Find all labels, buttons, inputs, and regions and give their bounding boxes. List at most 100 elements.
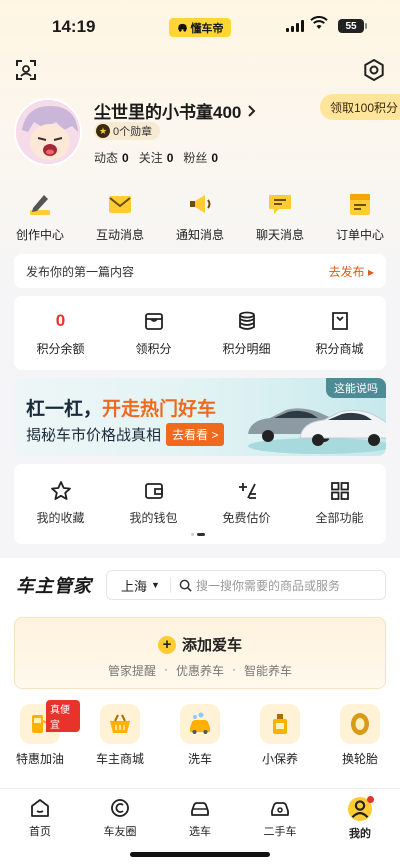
functions-card: 我的收藏 我的钱包 免费估价 全部功能: [14, 464, 386, 544]
func-label: 我的收藏: [36, 511, 85, 525]
points-balance-value: 0: [55, 310, 66, 330]
quick-item-orders[interactable]: 订单中心: [320, 190, 400, 243]
stat-posts[interactable]: 动态 0: [94, 149, 129, 166]
publish-card[interactable]: 发布你的第一篇内容 去发布 ▸: [14, 254, 386, 288]
points-label: 领积分: [135, 341, 172, 356]
car-icon: [191, 802, 209, 816]
service-tire[interactable]: 换轮胎: [320, 704, 400, 767]
home-icon: [31, 799, 49, 817]
points-card: 0 积分余额 领积分 积分明细 积分商城: [14, 296, 386, 370]
tab-label: 二手车: [263, 826, 297, 838]
points-label: 积分明细: [222, 341, 271, 356]
shopping-bag-icon: [331, 311, 348, 330]
username-row[interactable]: 尘世里的小书童400: [94, 98, 256, 123]
service-fuel[interactable]: 真便宜 特惠加油: [0, 700, 80, 767]
feature-label: 优惠养车: [175, 664, 224, 678]
func-label: 全部功能: [315, 511, 364, 525]
medal-badge[interactable]: ★ 0个勋章: [94, 122, 161, 140]
quick-item-label: 聊天消息: [255, 228, 304, 242]
stat-label: 关注: [138, 151, 163, 165]
quick-item-chat[interactable]: 聊天消息: [240, 190, 320, 243]
profile-stats: 动态 0 关注 0 粉丝 0: [94, 149, 218, 166]
avatar[interactable]: [14, 98, 82, 166]
stat-following[interactable]: 关注 0: [139, 149, 174, 166]
quick-item-label: 互动消息: [95, 228, 144, 242]
promo-banner[interactable]: 这能说吗 杠一杠，开走热门好车 揭秘车市价格战真相 去看看 >: [14, 378, 386, 456]
add-car-label: 添加爱车: [181, 637, 242, 654]
medal-count: 0个勋章: [113, 126, 153, 138]
owner-search-bar[interactable]: 上海 ▼ 搜一搜你需要的商品或服务: [106, 570, 386, 600]
search-placeholder: 搜一搜你需要的商品或服务: [195, 578, 340, 593]
megaphone-icon: [190, 195, 211, 213]
status-bar: 14:19 懂车帝 55: [0, 0, 400, 52]
tab-label: 首页: [29, 826, 51, 838]
medal-icon: ★: [96, 124, 110, 138]
star-icon: [50, 481, 71, 500]
service-mall[interactable]: 车主商城: [80, 704, 160, 767]
service-ribbon: 真便宜: [46, 700, 80, 732]
points-detail[interactable]: 积分明细: [200, 310, 293, 357]
banner-go-button[interactable]: 去看看 >: [166, 423, 225, 446]
battery-icon: 55: [338, 19, 367, 33]
func-label: 免费估价: [222, 511, 271, 525]
quick-item-interaction[interactable]: 互动消息: [80, 190, 160, 243]
quick-item-label: 创作中心: [15, 228, 64, 242]
banner-subtitle: 揭秘车市价格战真相: [26, 427, 162, 444]
wifi-icon: [310, 16, 328, 29]
signal-icon: [286, 20, 304, 32]
points-label: 积分商城: [315, 341, 364, 356]
feature-label: 管家提醒: [107, 664, 156, 678]
tab-home[interactable]: 首页: [0, 789, 80, 866]
username: 尘世里的小书童400: [94, 103, 242, 122]
func-favorites[interactable]: 我的收藏: [14, 480, 107, 526]
points-claim[interactable]: 领积分: [107, 310, 200, 357]
chat-icon: [269, 195, 291, 214]
func-wallet[interactable]: 我的钱包: [107, 480, 200, 526]
quick-item-creator[interactable]: 创作中心: [0, 190, 80, 243]
quick-menu: 创作中心 互动消息 通知消息 聊天消息 订单中心: [0, 190, 400, 243]
tire-icon: [351, 713, 369, 735]
func-all[interactable]: 全部功能: [293, 480, 386, 526]
add-car-features: 管家提醒 · 优惠养车 · 智能养车: [15, 662, 385, 679]
stat-followers[interactable]: 粉丝 0: [183, 149, 218, 166]
settings-icon[interactable]: [362, 58, 386, 82]
service-label: 洗车: [187, 752, 212, 766]
banner-headline-a: 杠一杠，: [26, 399, 103, 420]
grid-icon: [330, 482, 349, 500]
feature-separator: ·: [232, 662, 236, 676]
city-selector[interactable]: 上海 ▼: [107, 577, 171, 594]
stat-label: 粉丝: [183, 151, 208, 165]
app-pill-label: 懂车帝: [190, 22, 224, 35]
tab-label: 选车: [189, 826, 211, 838]
car-wash-icon: [190, 712, 210, 734]
car-logo-icon: [177, 23, 187, 32]
search-field[interactable]: 搜一搜你需要的商品或服务: [171, 577, 340, 594]
service-maintenance[interactable]: 小保养: [240, 704, 320, 767]
stat-label: 动态: [94, 151, 119, 165]
service-label: 车主商城: [95, 752, 144, 766]
coin-stack-icon: [238, 311, 255, 330]
points-balance[interactable]: 0 积分余额: [14, 310, 107, 357]
add-car-card[interactable]: + 添加爱车 管家提醒 · 优惠养车 · 智能养车: [14, 617, 386, 689]
func-valuation[interactable]: 免费估价: [200, 480, 293, 526]
quick-item-notice[interactable]: 通知消息: [160, 190, 240, 243]
points-mall[interactable]: 积分商城: [293, 310, 386, 357]
tab-me[interactable]: 我的: [320, 789, 400, 866]
city-name: 上海: [121, 578, 148, 594]
banner-subline: 揭秘车市价格战真相 去看看 >: [26, 423, 225, 446]
gift-box-icon: [144, 312, 163, 330]
service-label: 换轮胎: [341, 752, 378, 766]
cars-illustration: [248, 408, 386, 454]
add-car-button[interactable]: + 添加爱车: [15, 634, 385, 655]
claim-points-button[interactable]: 领取100积分: [320, 94, 400, 120]
stat-value: 0: [166, 151, 174, 165]
tab-label: 车友圈: [103, 826, 137, 838]
service-label: 小保养: [261, 752, 298, 766]
service-wash[interactable]: 洗车: [160, 704, 240, 767]
feature-label: 智能养车: [244, 664, 293, 678]
envelope-icon: [109, 196, 131, 213]
basket-icon: [110, 714, 130, 733]
publish-button[interactable]: 去发布 ▸: [329, 263, 374, 280]
calc-icon: [238, 483, 256, 499]
scan-icon[interactable]: [14, 58, 38, 82]
